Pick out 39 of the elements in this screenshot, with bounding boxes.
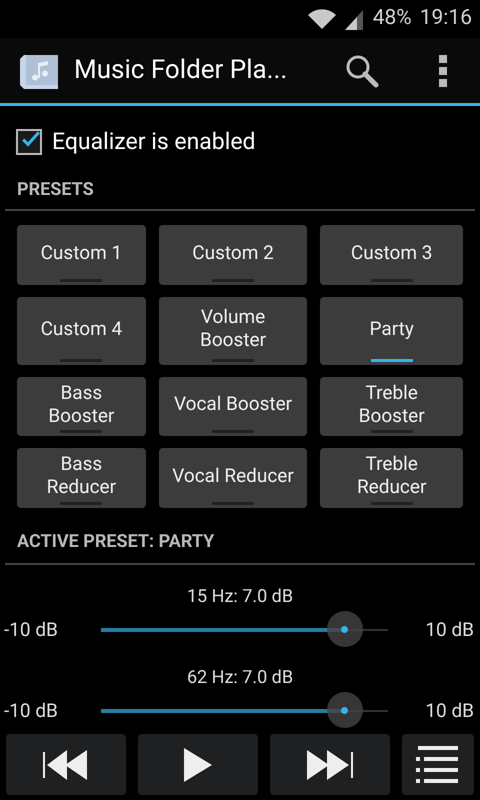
preset-button[interactable]: Vocal Booster <box>158 377 308 436</box>
preset-button[interactable]: Custom 3 <box>320 225 463 285</box>
slider-thumb[interactable] <box>326 611 363 647</box>
preset-button[interactable]: Volume Booster <box>158 297 308 365</box>
playlist-button[interactable] <box>402 734 474 795</box>
play-button[interactable] <box>138 734 258 795</box>
previous-icon <box>43 748 89 782</box>
max-label: 10 dB <box>425 616 475 643</box>
clock: 19:16 <box>420 5 472 32</box>
search-icon[interactable] <box>345 54 379 88</box>
app-title: Music Folder Pla... <box>74 54 288 87</box>
band-label: 62 Hz: 7.0 dB <box>186 666 294 690</box>
preset-button[interactable]: Bass Reducer <box>17 448 146 508</box>
preset-button[interactable]: Custom 4 <box>17 297 146 365</box>
band-label: 15 Hz: 7.0 dB <box>186 585 294 609</box>
min-label: -10 dB <box>3 698 59 724</box>
wifi-icon <box>306 8 337 30</box>
preset-button[interactable]: Custom 1 <box>17 225 146 285</box>
next-icon <box>307 748 353 782</box>
preset-button[interactable]: Treble Booster <box>320 377 463 436</box>
preset-button[interactable]: Party <box>320 297 463 365</box>
preset-button[interactable]: Custom 2 <box>158 225 308 285</box>
preset-button[interactable]: Treble Reducer <box>320 448 463 508</box>
min-label: -10 dB <box>3 616 59 643</box>
battery-level: 48% <box>372 5 412 32</box>
section-header: PRESETS <box>17 179 94 200</box>
signal-icon <box>344 8 365 30</box>
equalizer-checkbox[interactable]: Equalizer is enabled <box>16 120 480 164</box>
max-label: 10 dB <box>425 698 475 724</box>
preset-button[interactable]: Vocal Reducer <box>158 448 308 508</box>
checkbox[interactable] <box>16 129 42 155</box>
preset-button[interactable]: Bass Booster <box>17 377 146 436</box>
list-icon <box>416 746 460 784</box>
section-header: ACTIVE PRESET: PARTY <box>17 531 214 552</box>
previous-button[interactable] <box>6 734 126 795</box>
play-icon <box>183 746 213 782</box>
next-button[interactable] <box>270 734 390 795</box>
slider-thumb[interactable] <box>326 692 363 728</box>
overflow-menu-icon[interactable] <box>439 54 447 86</box>
